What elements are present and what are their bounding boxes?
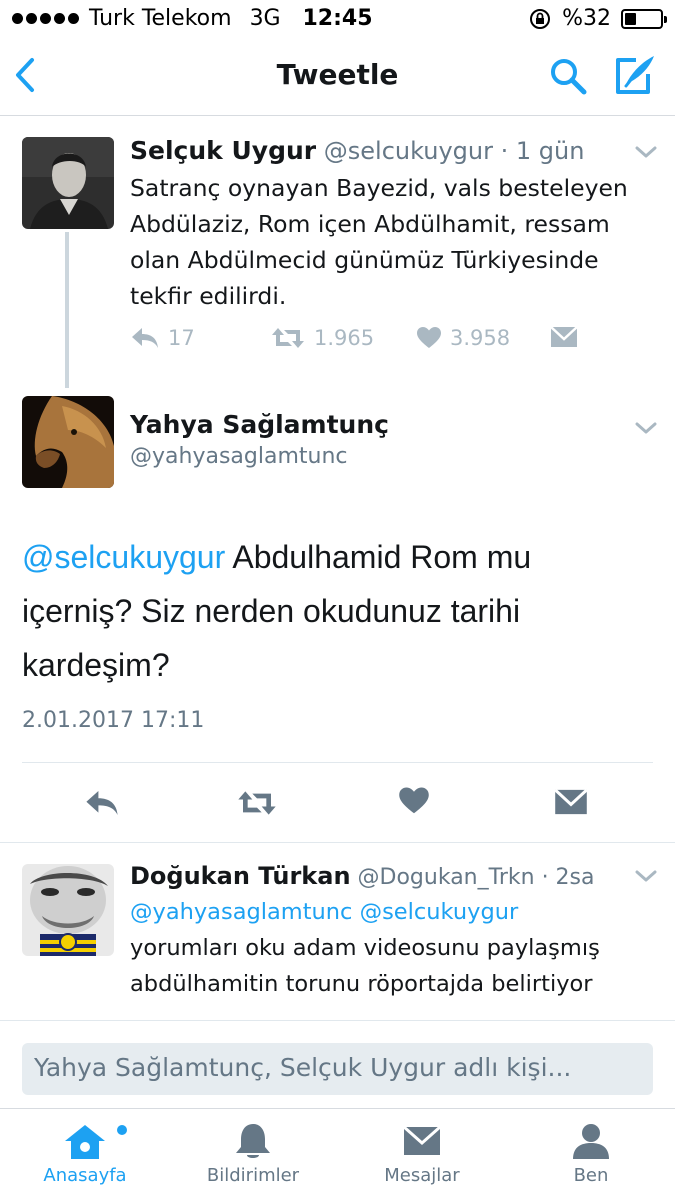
status-right: %32	[528, 6, 667, 31]
tweet-age: · 2sa	[541, 865, 595, 890]
avatar[interactable]	[22, 137, 114, 229]
chevron-down-icon[interactable]	[634, 868, 658, 884]
like-button[interactable]: 3.958	[416, 326, 510, 350]
retweet-icon	[272, 328, 304, 348]
unread-dot	[117, 1125, 127, 1135]
avatar-photo	[22, 864, 114, 956]
avatar-photo	[22, 137, 114, 229]
author-name[interactable]: Doğukan Türkan	[130, 862, 351, 890]
tweet-text: Satranç oynayan Bayezid, vals besteleyen…	[130, 174, 628, 310]
battery-icon	[621, 8, 667, 29]
envelope-icon	[550, 326, 578, 347]
reply-count: 17	[168, 326, 195, 350]
person-icon	[573, 1124, 609, 1159]
like-count: 3.958	[450, 326, 511, 350]
tweet-header: Selçuk Uygur @selcukuygur · 1 gün	[130, 136, 584, 165]
tweet-age: · 1 gün	[500, 137, 585, 165]
reply-input[interactable]: Yahya Sağlamtunç, Selçuk Uygur adlı kişi…	[22, 1043, 653, 1095]
divider	[22, 762, 653, 763]
thread-line	[65, 232, 69, 388]
tweet-header: Doğukan Türkan @Dogukan_Trkn · 2sa	[130, 862, 595, 890]
mention-link[interactable]: @selcukuygur	[22, 539, 225, 575]
tweet-actions	[0, 780, 675, 828]
tweet-text: @yahyasaglamtunc @selcukuygur yorumları …	[130, 894, 650, 1002]
heart-icon	[417, 327, 441, 348]
avatar-photo	[22, 396, 114, 488]
author-name[interactable]: Selçuk Uygur	[130, 136, 316, 165]
status-bar: Turk Telekom 3G 12:45 %32	[0, 0, 675, 38]
envelope-icon	[403, 1125, 441, 1155]
author-handle[interactable]: @selcukuygur	[324, 137, 493, 165]
author-handle[interactable]: @yahyasaglamtunc	[130, 444, 348, 469]
home-icon	[65, 1125, 105, 1159]
rotation-lock-icon	[530, 8, 551, 29]
reply-icon	[132, 328, 158, 348]
retweet-icon[interactable]	[236, 788, 278, 818]
tab-label: Mesajlar	[384, 1165, 460, 1186]
author-name[interactable]: Yahya Sağlamtunç	[130, 410, 389, 439]
chevron-down-icon[interactable]	[634, 144, 658, 160]
heart-icon[interactable]	[398, 786, 430, 816]
reply-button[interactable]: 17	[130, 326, 195, 350]
battery-fill	[625, 12, 636, 25]
tab-bar: Anasayfa Bildirimler Mesajlar Ben	[0, 1108, 675, 1200]
tab-notifications[interactable]: Bildirimler	[183, 1121, 323, 1186]
tweet-text: @selcukuygur Abdulhamid Rom mu içerniş? …	[22, 530, 642, 692]
avatar[interactable]	[22, 864, 114, 956]
chevron-down-icon[interactable]	[634, 420, 658, 436]
reply-bar: Yahya Sağlamtunç, Selçuk Uygur adlı kişi…	[0, 1020, 675, 1108]
author-handle[interactable]: @Dogukan_Trkn	[358, 865, 535, 890]
tweet-actions: 17 1.965 3.958	[130, 326, 590, 356]
compose-icon[interactable]	[612, 54, 656, 96]
mention-links[interactable]: @yahyasaglamtunc @selcukuygur	[130, 894, 650, 930]
divider	[0, 842, 675, 843]
bell-icon	[236, 1124, 270, 1158]
tab-messages[interactable]: Mesajlar	[352, 1121, 492, 1186]
tab-label: Anasayfa	[43, 1165, 127, 1186]
envelope-icon[interactable]	[554, 788, 588, 816]
nav-bar: Tweetle	[0, 38, 675, 116]
retweet-button[interactable]: 1.965	[270, 326, 374, 350]
tab-home[interactable]: Anasayfa	[15, 1121, 155, 1186]
tab-label: Bildirimler	[206, 1165, 300, 1186]
dm-button[interactable]	[550, 326, 578, 348]
tab-me[interactable]: Ben	[521, 1121, 661, 1186]
tweet-timestamp: 2.01.2017 17:11	[22, 708, 205, 733]
reply-icon[interactable]	[84, 788, 120, 818]
avatar[interactable]	[22, 396, 114, 488]
search-icon[interactable]	[548, 56, 588, 96]
battery-percent: %32	[562, 6, 611, 31]
tab-label: Ben	[573, 1165, 609, 1186]
tweet-body: yorumları oku adam videosunu paylaşmış a…	[130, 935, 600, 997]
retweet-count: 1.965	[314, 326, 375, 350]
